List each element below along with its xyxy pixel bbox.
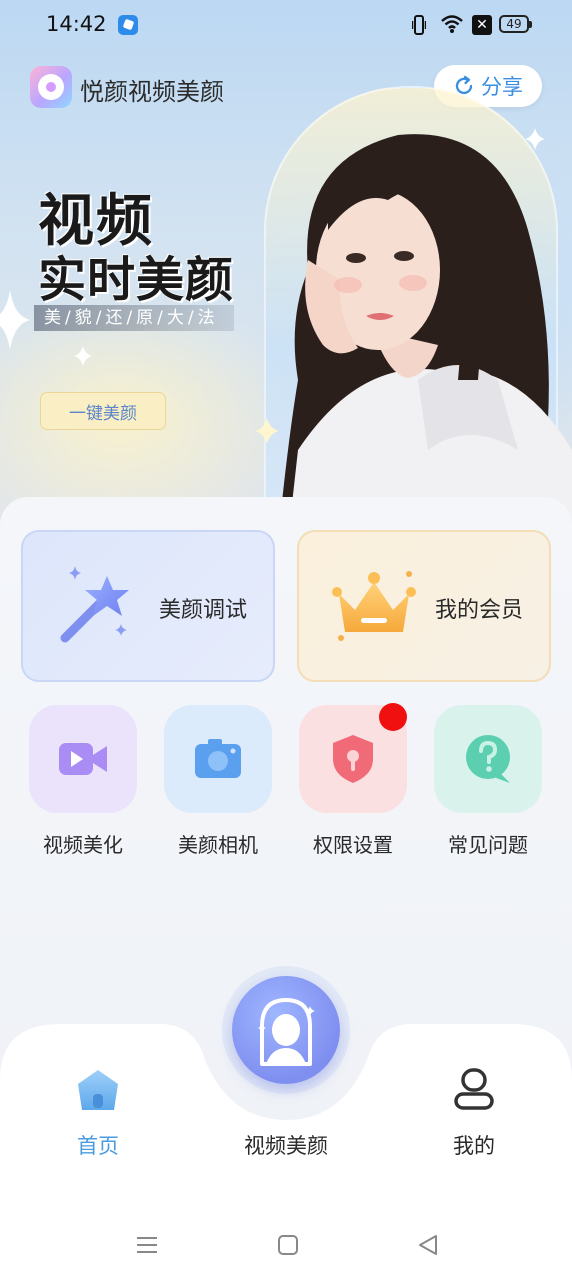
one-tap-beauty-button[interactable]: 一键美颜 [40,392,166,430]
hero-banner: 14:42 ✕ 49 悦颜视频美颜 分享 视频 实时美颜 美/貌/还/原/大/法… [0,0,572,540]
magic-wand-icon [60,566,129,643]
user-profile-icon [454,1068,494,1110]
my-membership-label: 我的会员 [435,598,524,623]
nav-mine[interactable]: 我的 [432,1066,516,1160]
grid-item-video-beautify[interactable]: 视频美化 [29,705,137,857]
faq-label: 常见问题 [448,833,528,857]
grid-item-permission-settings[interactable]: 权限设置 [299,703,407,857]
nav-video-beauty[interactable]: 视频美颜 [226,1130,346,1160]
app-logo [30,66,72,108]
home-system-icon[interactable] [277,1234,299,1256]
beauty-debug-label: 美颜调试 [159,598,248,623]
my-membership-card[interactable]: 我的会员 [297,530,551,682]
sparkle-icon [0,290,30,350]
beauty-camera-tile[interactable] [164,705,272,813]
wifi-icon [441,15,463,33]
notification-app-icon [118,15,138,35]
nav-video-beauty-label: 视频美颜 [244,1134,328,1158]
faq-tile[interactable] [434,705,542,813]
video-beautify-tile[interactable] [29,705,137,813]
status-bar: 14:42 ✕ 49 [0,0,572,50]
app-title: 悦颜视频美颜 [80,78,224,106]
video-beauty-center-button[interactable] [222,966,350,1094]
back-icon[interactable] [417,1234,439,1256]
vibrate-icon [412,15,426,35]
grid-item-beauty-camera[interactable]: 美颜相机 [164,705,272,857]
video-beautify-label: 视频美化 [43,833,123,857]
one-tap-beauty-label: 一键美颜 [69,403,137,424]
share-label: 分享 [481,75,523,99]
video-camera-icon [59,743,107,775]
hero-headline-line2: 实时美颜 [38,252,235,308]
nav-mine-label: 我的 [453,1134,495,1158]
nav-home-label: 首页 [77,1134,119,1158]
camera-icon [195,739,241,778]
beauty-debug-card[interactable]: 美颜调试 [21,530,275,682]
notification-badge [379,703,407,731]
sparkle-icon [525,128,545,150]
recent-apps-icon[interactable] [136,1234,158,1256]
grid-item-faq[interactable]: 常见问题 [434,705,542,857]
hero-slogan-text: 美/貌/还/原/大/法 [44,308,219,328]
model-portrait-image [278,134,572,540]
battery-icon: 49 [499,15,532,33]
permission-settings-label: 权限设置 [313,833,393,857]
permission-settings-tile[interactable] [299,703,407,813]
no-sim-icon: ✕ [472,15,492,35]
crown-icon [332,571,416,641]
nav-home[interactable]: 首页 [56,1066,140,1160]
woman-avatar-icon [258,998,315,1066]
home-icon [78,1070,118,1110]
sparkle-icon [255,418,279,444]
shield-lock-icon [333,735,373,783]
hero-slogan: 美/貌/还/原/大/法 [34,305,234,331]
system-navigation-bar [0,1210,572,1280]
question-chat-icon [466,735,510,783]
beauty-camera-label: 美颜相机 [178,833,258,857]
battery-level: 49 [506,17,522,31]
sparkle-icon [74,346,92,366]
status-time: 14:42 [46,12,107,36]
